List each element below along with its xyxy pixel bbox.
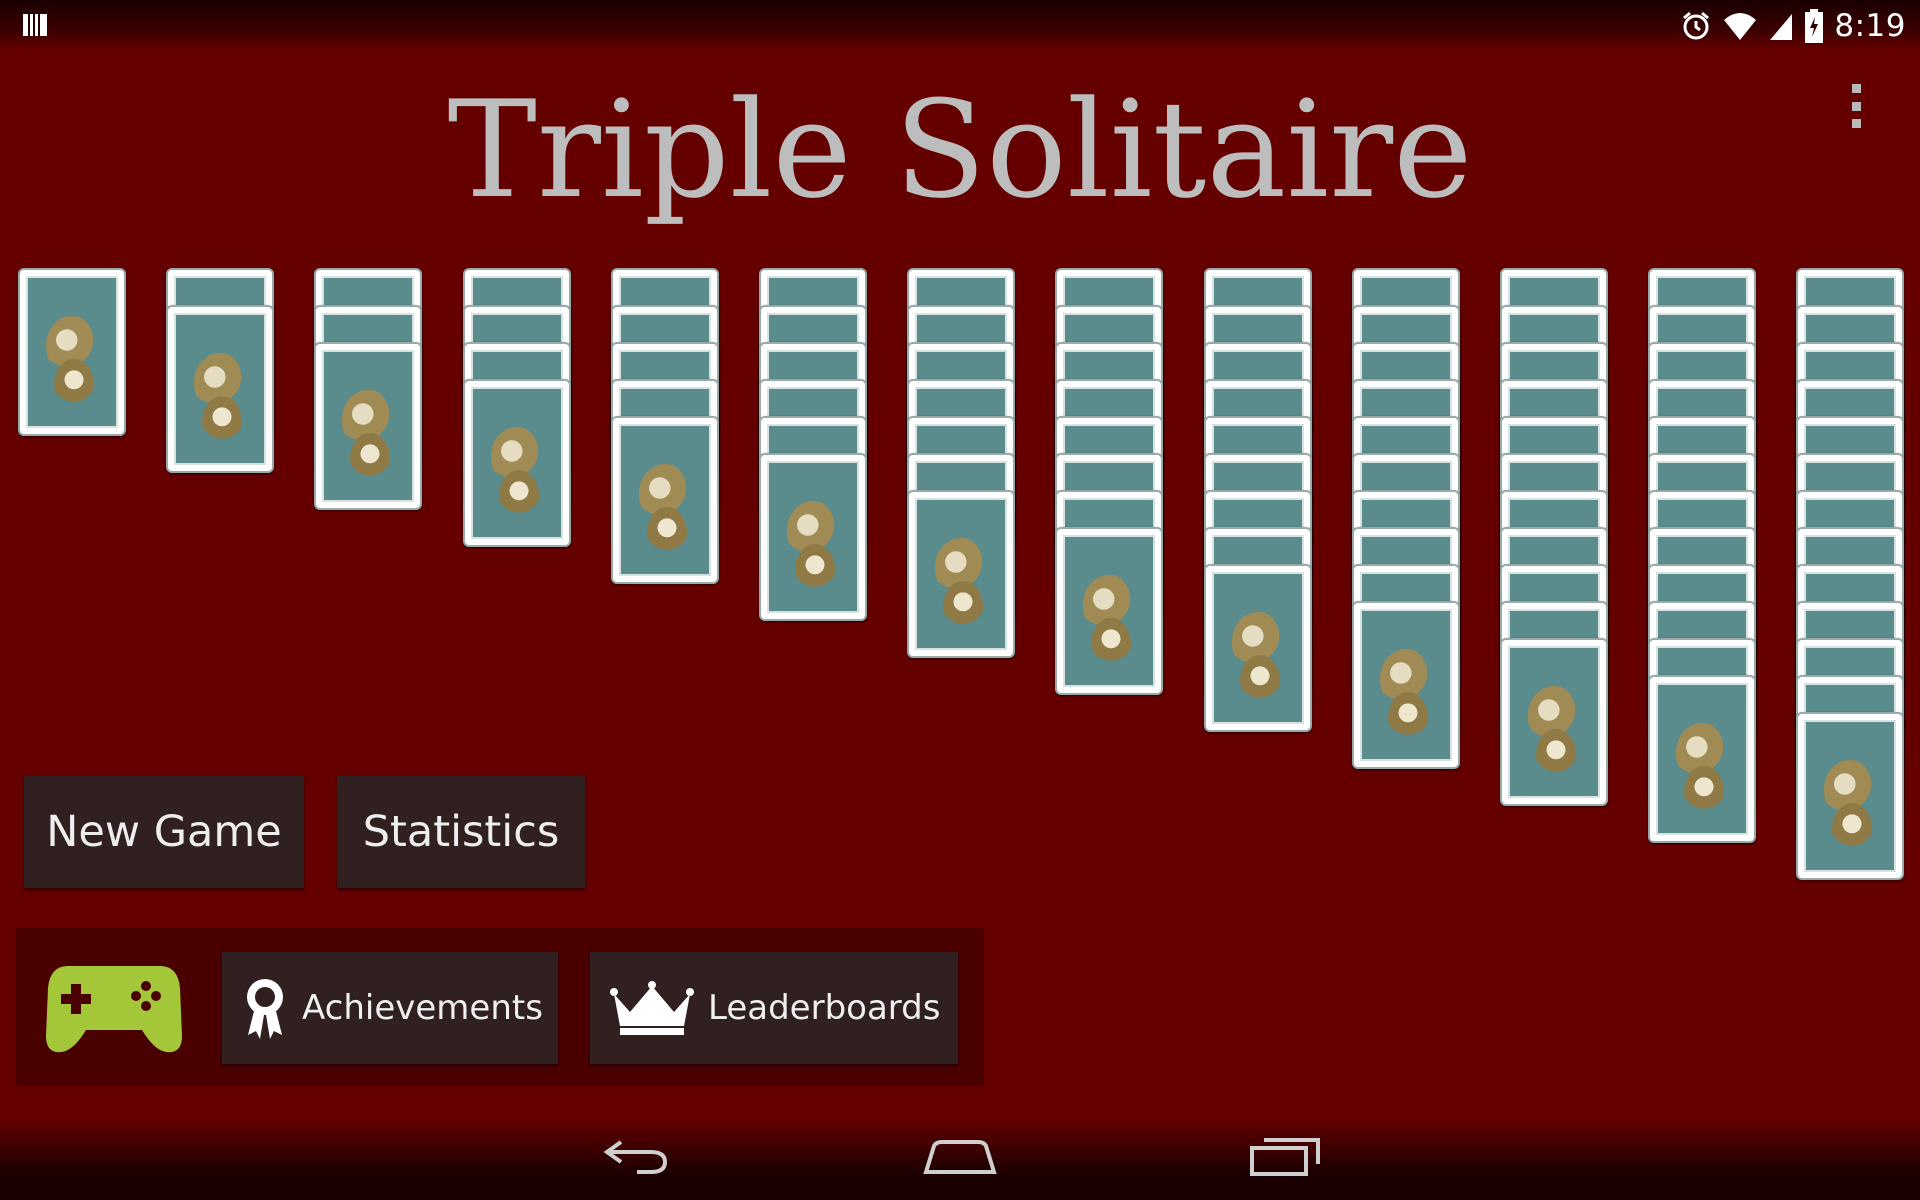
card-back xyxy=(1360,609,1452,761)
crown-icon xyxy=(610,981,694,1035)
card-back xyxy=(174,313,266,465)
status-icons: 8:19 xyxy=(1680,6,1906,46)
new-game-button[interactable]: New Game xyxy=(24,776,304,888)
card[interactable] xyxy=(907,490,1015,658)
card-back xyxy=(915,498,1007,650)
card-back xyxy=(1212,572,1304,724)
achievements-label: Achievements xyxy=(302,988,543,1028)
wifi-icon xyxy=(1724,13,1757,40)
card[interactable] xyxy=(18,268,126,436)
battery-charging-icon xyxy=(1805,9,1824,43)
home-icon[interactable] xyxy=(910,1128,1010,1184)
achievements-button[interactable]: Achievements xyxy=(222,952,558,1064)
card-back xyxy=(1063,535,1155,687)
card[interactable] xyxy=(759,453,867,621)
alarm-icon xyxy=(1683,11,1710,40)
status-bar: 8:19 xyxy=(0,0,1920,50)
card-back xyxy=(1508,646,1600,798)
leaderboards-label: Leaderboards xyxy=(708,988,941,1028)
card[interactable] xyxy=(611,416,719,584)
card-back xyxy=(1656,683,1748,835)
card[interactable] xyxy=(1796,712,1904,880)
card[interactable] xyxy=(1500,638,1608,806)
card[interactable] xyxy=(1204,564,1312,732)
card-back xyxy=(767,461,859,613)
leaderboards-button[interactable]: Leaderboards xyxy=(590,952,958,1064)
card-back xyxy=(322,350,414,502)
card-back xyxy=(619,424,711,576)
card-back xyxy=(471,387,563,539)
statistics-button[interactable]: Statistics xyxy=(337,776,585,888)
card[interactable] xyxy=(166,305,274,473)
card[interactable] xyxy=(314,342,422,510)
achievement-ribbon-icon xyxy=(247,979,283,1039)
card[interactable] xyxy=(1352,601,1460,769)
app-title: Triple Solitaire xyxy=(447,72,1473,228)
recents-icon[interactable] xyxy=(1236,1128,1336,1184)
card[interactable] xyxy=(1648,675,1756,843)
card-back xyxy=(26,276,118,428)
play-games-panel: Achievements Leaderboards xyxy=(16,928,984,1086)
back-icon[interactable] xyxy=(586,1128,686,1184)
notification-icon xyxy=(22,12,48,38)
card[interactable] xyxy=(1055,527,1163,695)
card-back xyxy=(1804,720,1896,872)
signal-icon xyxy=(1770,14,1793,40)
card[interactable] xyxy=(463,379,571,547)
status-time: 8:19 xyxy=(1834,8,1906,44)
game-controller-icon[interactable] xyxy=(46,958,182,1056)
